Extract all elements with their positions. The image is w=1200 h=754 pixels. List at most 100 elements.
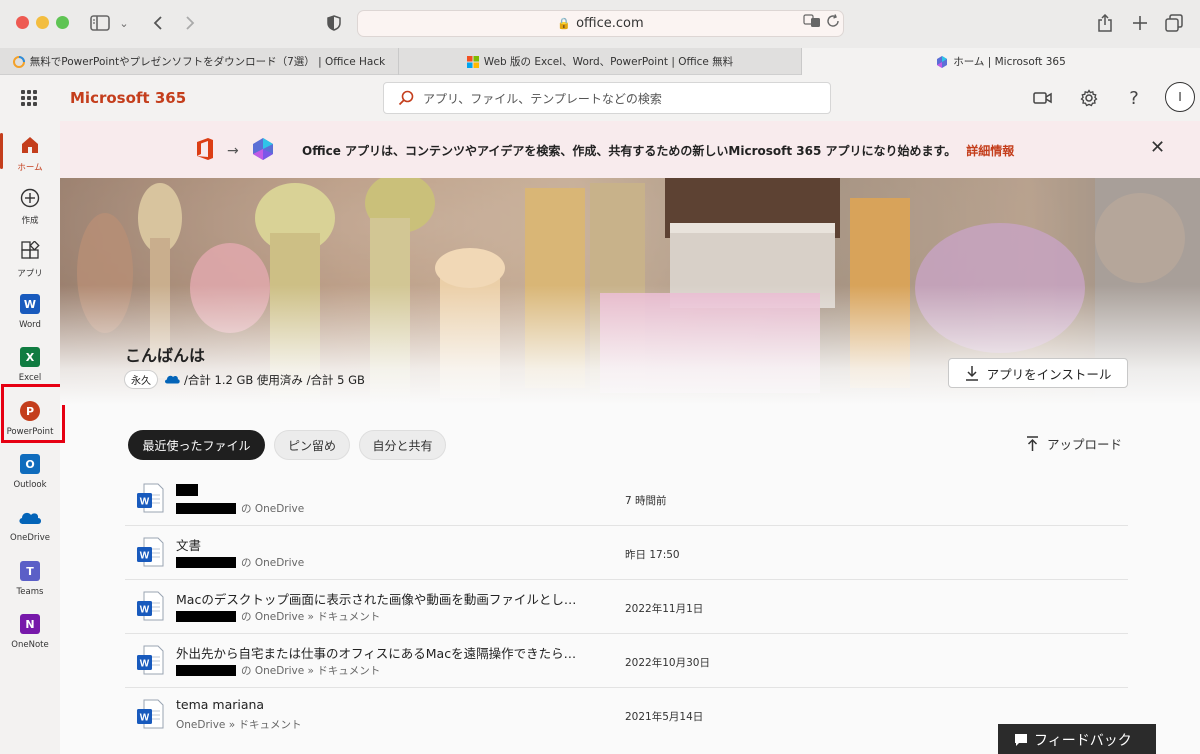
rail-item-teams[interactable]: T Teams (0, 553, 60, 603)
file-location: OneDrive » ドキュメント (176, 719, 302, 731)
browser-tab-title: ホーム | Microsoft 365 (953, 56, 1066, 68)
download-icon (965, 366, 978, 381)
redacted-owner (176, 503, 236, 514)
rail-item-outlook[interactable]: O Outlook (0, 446, 60, 496)
browser-toolbar: ⌄ 🔒 office.com (0, 0, 1200, 48)
meet-now-icon[interactable] (1032, 87, 1054, 109)
file-location: の OneDrive » ドキュメント (176, 609, 380, 624)
license-badge: 永久 (124, 370, 158, 389)
rail-item-label: OneNote (11, 640, 49, 650)
powerpoint-highlight-box (1, 384, 65, 443)
translate-icon[interactable] (803, 14, 821, 32)
onedrive-icon (18, 505, 42, 529)
banner-text: Office アプリは、コンテンツやアイデアを検索、作成、共有するための新しいM… (302, 144, 957, 158)
tab-pinned[interactable]: ピン留め (274, 430, 350, 460)
feedback-button[interactable]: フィードバック (998, 724, 1156, 754)
outlook-icon: O (18, 452, 42, 476)
sidebar-toggle-icon[interactable] (88, 10, 112, 36)
back-icon[interactable] (148, 10, 168, 36)
excel-icon: X (18, 345, 42, 369)
feedback-label: フィードバック (1034, 733, 1132, 749)
microsoft-favicon (466, 55, 479, 68)
m365-logo-icon (251, 137, 275, 165)
rail-item-label: 作成 (21, 216, 39, 226)
maximize-window-button[interactable] (56, 16, 69, 29)
forward-icon[interactable] (180, 10, 200, 36)
chevron-down-icon[interactable]: ⌄ (117, 10, 131, 36)
address-bar[interactable]: 🔒 office.com (357, 10, 844, 37)
file-date: 2022年11月1日 (625, 603, 704, 615)
rail-item-home[interactable]: ホーム (0, 127, 60, 177)
tab-overview-icon[interactable] (1163, 10, 1185, 36)
gear-icon[interactable] (1078, 87, 1100, 109)
m365-favicon (936, 55, 948, 68)
url-text: office.com (576, 16, 644, 31)
close-icon[interactable]: ✕ (1150, 139, 1165, 157)
rail-item-word[interactable]: W Word (0, 286, 60, 336)
browser-tab-strip: 無料でPowerPointやプレゼンソフトをダウンロード（7選） | Offic… (0, 48, 1200, 75)
redacted-owner (176, 557, 236, 568)
greeting-text: こんばんは (125, 346, 206, 365)
file-row[interactable]: W Macのデスクトップ画面に表示された画像や動画を動画ファイルとし… の On… (125, 580, 1128, 634)
browser-tab[interactable]: Web 版の Excel、Word、PowerPoint | Office 無料 (399, 48, 802, 75)
rail-item-label: ホーム (17, 163, 43, 173)
file-row[interactable]: W tema mariana OneDrive » ドキュメント 2021年5月… (125, 688, 1128, 742)
teams-icon: T (18, 559, 42, 583)
file-row[interactable]: W 文書 の OneDrive 昨日 17:50 (125, 526, 1128, 580)
upload-button[interactable]: アップロード (1026, 434, 1122, 453)
onedrive-cloud-icon (164, 373, 180, 387)
svg-text:W: W (140, 497, 150, 508)
file-location: の OneDrive » ドキュメント (176, 663, 380, 678)
file-row[interactable]: W の OneDrive 7 時間前 (125, 472, 1128, 526)
tab-recent-files[interactable]: 最近使ったファイル (128, 430, 265, 460)
install-apps-button[interactable]: アプリをインストール (948, 358, 1128, 388)
word-document-icon: W (136, 537, 164, 571)
app-launcher-icon[interactable] (21, 90, 37, 106)
install-apps-label: アプリをインストール (986, 366, 1112, 382)
browser-tab-title: 無料でPowerPointやプレゼンソフトをダウンロード（7選） | Offic… (29, 56, 386, 68)
browser-tab-title: Web 版の Excel、Word、PowerPoint | Office 無料 (483, 56, 734, 68)
storage-usage-text: /合計 1.2 GB 使用済み /合計 5 GB (184, 372, 365, 387)
svg-text:W: W (140, 713, 150, 724)
avatar[interactable]: I (1165, 82, 1195, 112)
tab-shared-with-me[interactable]: 自分と共有 (359, 430, 446, 460)
file-name: Macのデスクトップ画面に表示された画像や動画を動画ファイルとし… (176, 592, 577, 607)
upload-icon (1027, 435, 1038, 451)
feedback-icon (1015, 734, 1027, 746)
share-icon[interactable] (1094, 10, 1116, 36)
search-input[interactable]: アプリ、ファイル、テンプレートなどの検索 (383, 82, 831, 114)
banner-message: Office アプリは、コンテンツやアイデアを検索、作成、共有するための新しいM… (302, 142, 1014, 159)
redacted-owner (176, 665, 236, 676)
rail-item-create[interactable]: 作成 (0, 180, 60, 230)
create-icon (18, 186, 42, 210)
reload-icon[interactable] (826, 14, 840, 32)
file-date: 7 時間前 (625, 495, 667, 507)
help-icon[interactable]: ? (1123, 87, 1145, 109)
rail-item-excel[interactable]: X Excel (0, 339, 60, 389)
new-tab-icon[interactable] (1129, 10, 1151, 36)
rail-item-label: OneDrive (10, 533, 50, 543)
rail-item-onenote[interactable]: N OneNote (0, 606, 60, 656)
word-document-icon: W (136, 591, 164, 625)
learn-more-link[interactable]: 詳細情報 (966, 144, 1014, 158)
rail-item-onedrive[interactable]: OneDrive (0, 499, 60, 549)
file-date: 2021年5月14日 (625, 711, 704, 723)
minimize-window-button[interactable] (36, 16, 49, 29)
browser-tab-active[interactable]: ホーム | Microsoft 365 (802, 48, 1200, 75)
file-name (176, 481, 198, 496)
privacy-shield-icon[interactable] (324, 10, 344, 36)
rail-item-apps[interactable]: アプリ (0, 233, 60, 283)
file-location: の OneDrive (176, 501, 304, 516)
banner-logos: → (195, 137, 275, 165)
file-row[interactable]: W 外出先から自宅または仕事のオフィスにあるMacを遠隔操作できたら… の On… (125, 634, 1128, 688)
app-header: Microsoft 365 アプリ、ファイル、テンプレートなどの検索 ? I (0, 75, 1200, 121)
file-date: 2022年10月30日 (625, 657, 710, 669)
browser-tab[interactable]: 無料でPowerPointやプレゼンソフトをダウンロード（7選） | Offic… (0, 48, 399, 75)
close-window-button[interactable] (16, 16, 29, 29)
announcement-banner: → Office アプリは、コンテンツやアイデアを検索、作成、共有するための新し… (60, 121, 1200, 178)
file-name: tema mariana (176, 697, 265, 712)
svg-text:W: W (140, 659, 150, 670)
brand-title[interactable]: Microsoft 365 (70, 89, 186, 107)
rail-item-label: Word (19, 320, 41, 330)
file-name: 文書 (176, 538, 202, 553)
